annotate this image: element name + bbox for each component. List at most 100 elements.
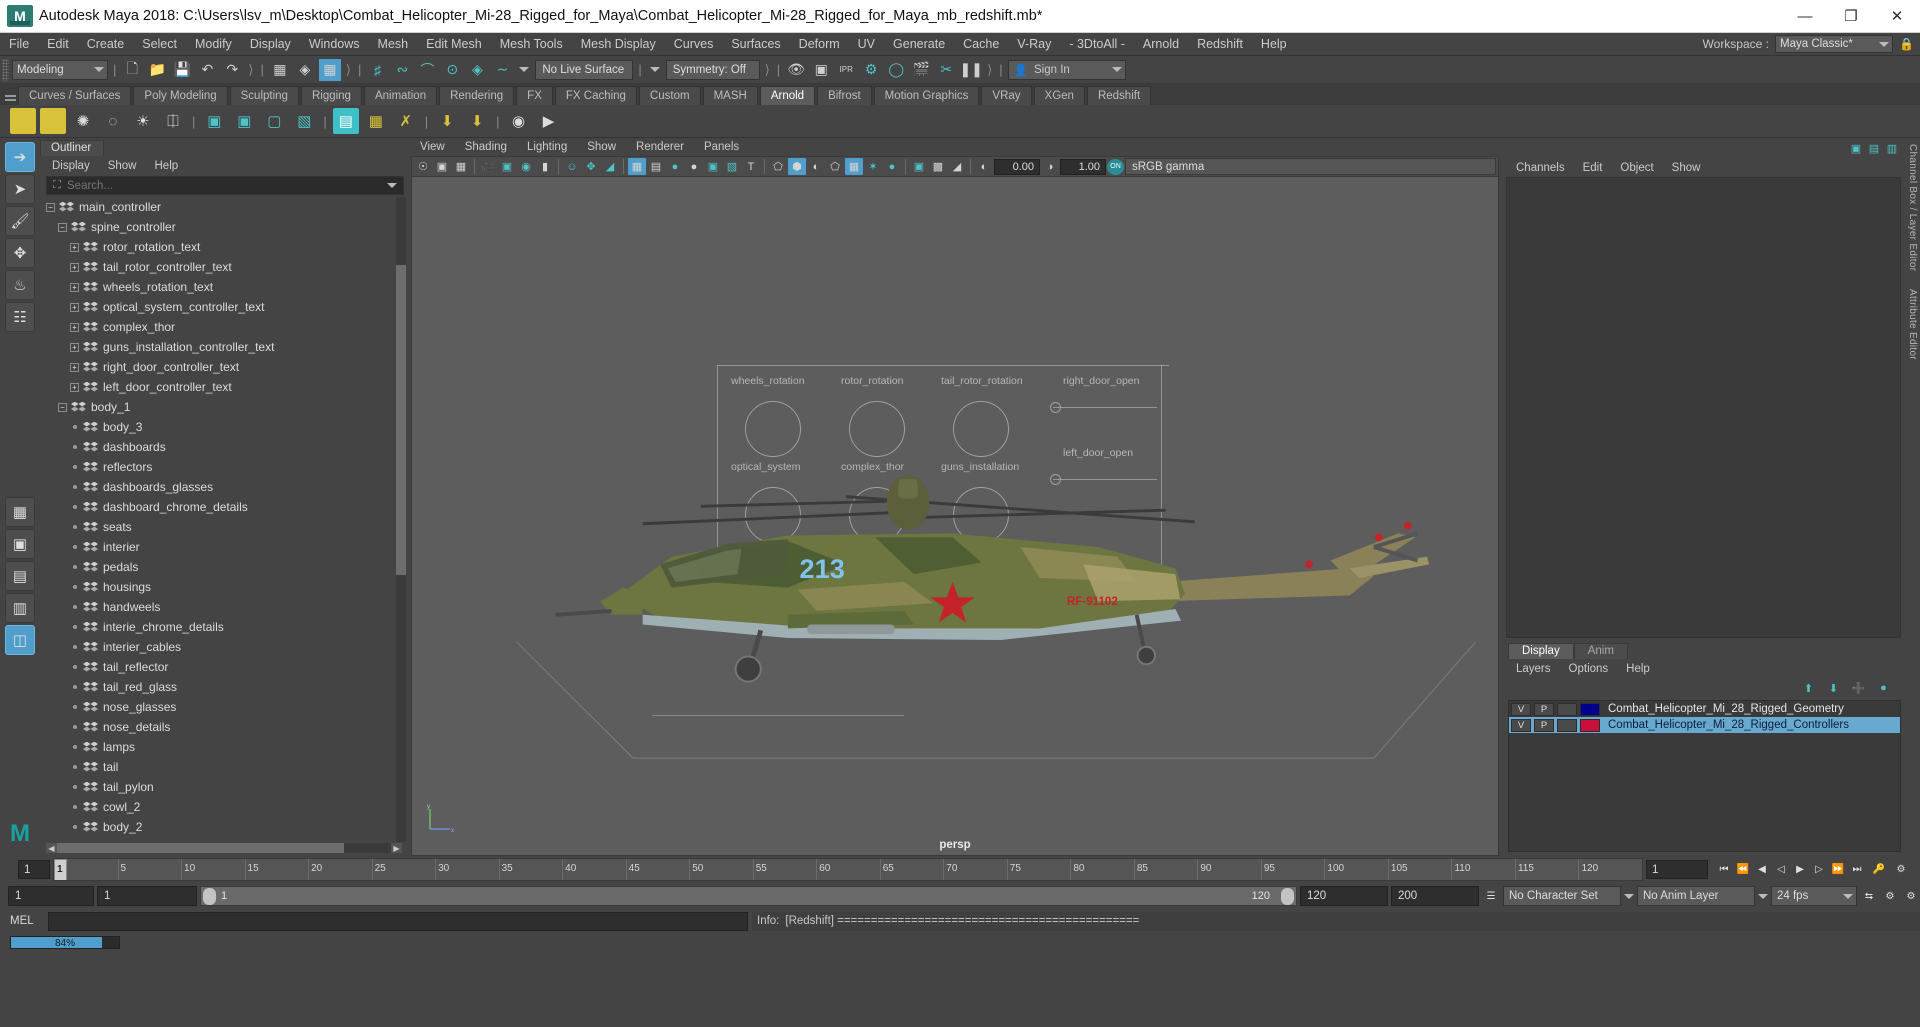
film-origin-icon[interactable]: ▣ <box>704 158 722 175</box>
outliner-item-dashboards_glasses[interactable]: dashboards_glasses <box>46 477 408 497</box>
menu-edit[interactable]: Edit <box>38 33 78 56</box>
image-plane-icon[interactable]: ▣ <box>498 158 516 175</box>
menu-mesh-display[interactable]: Mesh Display <box>572 33 665 56</box>
show-attribute-editor-icon[interactable]: ▤ <box>1867 141 1881 155</box>
outliner-item-housings[interactable]: housings <box>46 577 408 597</box>
outliner-item-reflectors[interactable]: reflectors <box>46 457 408 477</box>
wireframe-icon[interactable]: ⬠ <box>769 158 787 175</box>
expand-icon[interactable]: + <box>70 342 79 352</box>
hypershade-icon[interactable]: ◯ <box>885 59 907 81</box>
outliner-scrollbar-thumb[interactable] <box>396 265 406 575</box>
outliner-item-tail_pylon[interactable]: tail_pylon <box>46 777 408 797</box>
anim-layer-select[interactable]: No Anim Layer <box>1637 886 1755 906</box>
move-layer-up-icon[interactable]: ⬆ <box>1801 682 1816 695</box>
auto-key-icon[interactable]: 🔑 <box>1870 861 1888 879</box>
shelf-tab-rendering[interactable]: Rendering <box>439 86 515 105</box>
preferences-icon[interactable]: ⚙ <box>1902 887 1920 905</box>
gamma-label[interactable]: sRGB gamma <box>1125 158 1496 175</box>
select-tool-icon[interactable]: ➔ <box>5 142 35 172</box>
layer-playback-toggle[interactable]: P <box>1534 702 1554 716</box>
menu-cache[interactable]: Cache <box>954 33 1008 56</box>
shelf-tab-bifrost[interactable]: Bifrost <box>817 86 872 105</box>
arnold-photometric-light-icon[interactable]: ◌ <box>100 108 126 134</box>
anim-end-field[interactable]: 120 <box>1300 886 1388 906</box>
outliner-item-nose_glasses[interactable]: nose_glasses <box>46 697 408 717</box>
show-tool-settings-icon[interactable]: ▥ <box>1885 141 1899 155</box>
object-menu[interactable]: Object <box>1612 162 1661 174</box>
scale-tool-icon[interactable]: ☷ <box>5 302 35 332</box>
lock-icon[interactable]: 🔒 <box>1899 36 1914 53</box>
outliner-item-nose_details[interactable]: nose_details <box>46 717 408 737</box>
outliner-item-pedals[interactable]: pedals <box>46 557 408 577</box>
step-forward-frame-icon[interactable]: ▷ <box>1810 861 1828 879</box>
viewport-menu-lighting[interactable]: Lighting <box>518 141 576 153</box>
lasso-select-icon[interactable]: ➤ <box>5 174 35 204</box>
layer-visibility-toggle[interactable]: V <box>1511 702 1531 716</box>
shadows-icon[interactable]: ◢ <box>601 158 619 175</box>
fps-select[interactable]: 24 fps <box>1771 886 1857 906</box>
layer-visibility-toggle[interactable]: V <box>1511 718 1531 732</box>
wireframe-on-shaded-icon[interactable]: ⬠ <box>826 158 844 175</box>
outliner-item-guns_installation_controller_text[interactable]: + guns_installation_controller_text <box>46 337 408 357</box>
sign-in-button[interactable]: 👤 Sign In <box>1007 59 1126 80</box>
menu-set-select[interactable]: Modeling <box>12 59 108 80</box>
outliner-menu-help[interactable]: Help <box>147 160 187 172</box>
outliner-item-seats[interactable]: seats <box>46 517 408 537</box>
two-pane-layout-icon[interactable]: ▤ <box>5 561 35 591</box>
playback-end-field[interactable]: 200 <box>1391 886 1479 906</box>
outliner-item-dashboard_chrome_details[interactable]: dashboard_chrome_details <box>46 497 408 517</box>
layer-playback-toggle[interactable]: P <box>1534 718 1554 732</box>
tab-anim[interactable]: Anim <box>1573 643 1628 659</box>
symmetry-field[interactable]: Symmetry: Off <box>665 59 760 80</box>
arnold-render-region-icon[interactable]: ▦ <box>363 108 389 134</box>
animation-preferences-icon[interactable]: ⚙ <box>1881 887 1899 905</box>
character-set-select[interactable]: No Character Set <box>1503 886 1621 906</box>
snap-point-icon[interactable]: ⌒ <box>416 59 438 81</box>
arnold-render-icon[interactable]: ▤ <box>332 108 359 134</box>
snap-view-plane-icon[interactable]: ◈ <box>466 59 488 81</box>
expand-icon[interactable]: + <box>70 262 79 272</box>
shelf-tab-poly-modeling[interactable]: Poly Modeling <box>133 86 228 105</box>
resolution-gate-icon[interactable]: ● <box>666 158 684 175</box>
redo-icon[interactable]: ↷ <box>221 59 243 81</box>
select-component-icon[interactable]: ▦ <box>318 58 341 81</box>
viewport-menu-show[interactable]: Show <box>578 141 625 153</box>
outliner-item-main_controller[interactable]: − main_controller <box>46 197 408 217</box>
layer-row[interactable]: V P Combat_Helicopter_Mi_28_Rigged_Geometr… <box>1509 701 1900 717</box>
arnold-scene-source-icon[interactable]: ▧ <box>291 108 317 134</box>
arnold-render-clear-icon[interactable]: ✗ <box>393 108 419 134</box>
shelf-tab-xgen[interactable]: XGen <box>1033 86 1085 105</box>
new-file-icon[interactable]: 🗋 <box>121 59 143 81</box>
layers-menu[interactable]: Layers <box>1508 663 1559 675</box>
render-sequence-icon[interactable]: 🎬 <box>910 59 932 81</box>
select-object-icon[interactable]: ◈ <box>294 59 316 81</box>
menu-generate[interactable]: Generate <box>884 33 954 56</box>
arnold-volume-icon[interactable]: ▢ <box>261 108 287 134</box>
outliner-item-tail[interactable]: tail <box>46 757 408 777</box>
collapse-icon[interactable]: − <box>58 402 67 412</box>
render-region-icon[interactable]: ▣ <box>810 59 832 81</box>
go-to-end-icon[interactable]: ⏭ <box>1848 861 1866 879</box>
show-channel-box-icon[interactable]: ▣ <box>1849 141 1863 155</box>
outliner-item-left_door_controller_text[interactable]: + left_door_controller_text <box>46 377 408 397</box>
options-menu[interactable]: Options <box>1561 663 1617 675</box>
menu-curves[interactable]: Curves <box>665 33 723 56</box>
menu-3dtoall[interactable]: - 3DtoAll - <box>1060 33 1134 56</box>
mel-input[interactable] <box>48 911 748 931</box>
persp-outliner-layout-icon[interactable]: ▥ <box>5 593 35 623</box>
outliner-item-wheels_rotation_text[interactable]: + wheels_rotation_text <box>46 277 408 297</box>
live-surface-field[interactable]: No Live Surface <box>535 59 634 80</box>
scroll-right-icon[interactable]: ▶ <box>391 843 402 853</box>
arnold-physical-sky-icon[interactable]: ☀ <box>130 108 156 134</box>
new-layer-icon[interactable]: ➕ <box>1851 682 1866 695</box>
frame-field[interactable]: 1 <box>1646 860 1708 879</box>
four-view-layout-icon[interactable]: ▣ <box>5 529 35 559</box>
workspace-select[interactable]: Maya Classic* <box>1775 35 1893 53</box>
pause-icon[interactable]: ❚❚ <box>959 59 982 81</box>
shelf-tab-custom[interactable]: Custom <box>638 86 701 105</box>
arnold-mesh-light-icon[interactable]: ✺ <box>70 108 96 134</box>
collapse-icon[interactable]: − <box>46 202 55 212</box>
close-button[interactable]: ✕ <box>1874 0 1920 33</box>
hardware-fog-icon[interactable]: ▩ <box>929 158 947 175</box>
arnold-open-render-view-icon[interactable]: ◉ <box>506 108 532 134</box>
